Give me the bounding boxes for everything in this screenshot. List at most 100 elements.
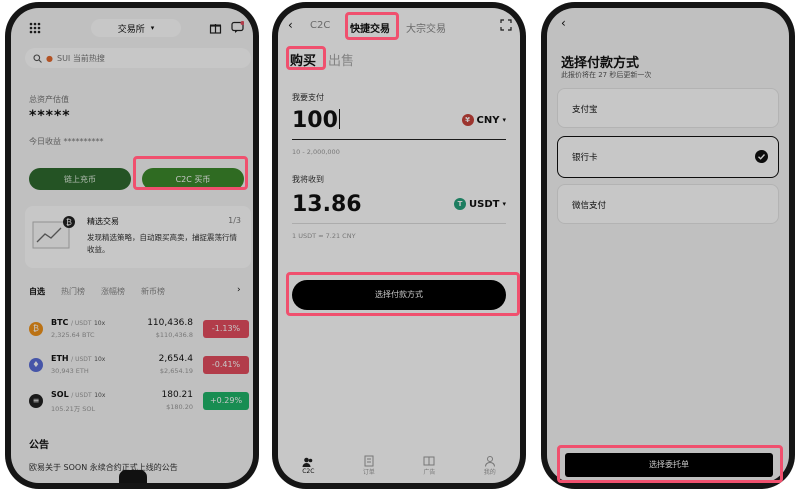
search-bar[interactable]: ● SUI 当前热搜 [25, 48, 251, 68]
quote-refresh-note: 此报价将在 27 秒后更新一次 [561, 71, 652, 79]
nav-label: 广告 [423, 468, 436, 476]
price-usd: $110,436.8 [155, 331, 193, 339]
header-title: 交易所 [117, 24, 145, 35]
pair: / USDT [71, 392, 92, 399]
receive-amount-field: 13.86 T USDT ▾ [292, 192, 506, 224]
option-label: 银行卡 [572, 153, 598, 163]
text-cursor [338, 109, 340, 129]
promo-text: 发现精选策略，自动跟买高卖，捕捉震荡行情收益。 [87, 233, 237, 254]
gift-icon[interactable] [209, 21, 222, 34]
assets-value: ***** [29, 108, 71, 124]
tab-gainers[interactable]: 涨幅榜 [101, 286, 125, 300]
volume: 105.21万 SOL [51, 405, 96, 413]
receive-label: 我将收到 [292, 175, 324, 184]
tab-hot[interactable]: 热门榜 [61, 286, 85, 300]
list-item[interactable]: ♦ ETH / USDT 10x 30,943 ETH 2,654.4 $2,6… [23, 352, 253, 380]
highlight-select-order [557, 445, 783, 483]
nav-c2c[interactable]: C2C [302, 456, 314, 475]
promo-card[interactable]: ₿ 精选交易 1/3 发现精选策略，自动跟买高卖，捕捉震荡行情收益。 [25, 206, 251, 268]
apps-grid-icon[interactable] [29, 22, 41, 34]
sol-coin-icon: ≡ [29, 394, 43, 408]
payment-option-alipay[interactable]: 支付宝 [557, 88, 779, 128]
promo-illustration: ₿ [31, 214, 75, 254]
svg-text:₿: ₿ [66, 218, 72, 227]
pay-amount-input[interactable]: 100 ¥ CNY ▾ [292, 108, 506, 140]
orders-icon [364, 455, 374, 466]
nav-label: 我的 [483, 468, 496, 476]
volume: 2,325.64 BTC [51, 331, 95, 339]
price: 110,436.8 [147, 318, 193, 328]
leverage: 10x [93, 320, 106, 327]
nav-label: C2C [302, 467, 315, 475]
symbol: SOL [51, 390, 69, 399]
pay-currency: CNY [476, 114, 500, 126]
phone-2: ‹ C2C 快捷交易 大宗交易 购买 出售 我要支付 100 ¥ CNY ▾ 1… [272, 2, 526, 489]
page-title: 选择付款方式 [561, 56, 640, 71]
usdt-icon: T [454, 198, 467, 210]
symbol: BTC [51, 318, 69, 327]
checkmark-icon [755, 150, 768, 163]
users-icon [302, 457, 313, 467]
dim-overlay [278, 8, 520, 483]
nav-profile[interactable]: 我的 [484, 455, 496, 476]
payment-option-bank-card[interactable]: 银行卡 [557, 136, 779, 178]
message-icon[interactable] [231, 21, 244, 34]
onchain-deposit-button[interactable]: 链上充币 [29, 168, 131, 190]
currency-select-usdt[interactable]: T USDT ▾ [454, 198, 506, 210]
receive-amount: 13.86 [292, 192, 362, 217]
chevron-down-icon: ▾ [502, 116, 506, 124]
change-badge: -1.13% [203, 320, 249, 338]
scan-icon[interactable] [500, 19, 512, 31]
search-placeholder: SUI 当前热搜 [56, 53, 105, 63]
home-indicator [119, 470, 147, 483]
payment-option-wechat[interactable]: 微信支付 [557, 184, 779, 224]
back-arrow-icon[interactable]: ‹ [561, 16, 566, 30]
option-label: 微信支付 [572, 201, 607, 211]
volume: 30,943 ETH [51, 367, 89, 375]
eth-coin-icon: ♦ [29, 358, 43, 372]
market-tabs: 自选 热门榜 涨幅榜 新币榜 [29, 286, 249, 300]
symbol: ETH [51, 354, 69, 363]
notice-text[interactable]: 欧易关于 SOON 永续合约正式上线的公告 [29, 462, 178, 473]
phone-1: 交易所 ▾ ● SUI 当前热搜 总资产估值 ***** 今日收益 ******… [5, 2, 259, 489]
search-icon [33, 53, 42, 63]
chevron-down-icon: ▾ [150, 24, 155, 32]
pair-line: ETH / USDT 10x [51, 354, 105, 363]
change-badge: +0.29% [203, 392, 249, 410]
payment-method-screen: ‹ 选择付款方式 此报价将在 27 秒后更新一次 支付宝 银行卡 微信支付 选择… [547, 8, 789, 483]
tab-c2c[interactable]: C2C [310, 20, 330, 31]
pay-amount: 100 [292, 108, 338, 133]
leverage: 10x [94, 392, 106, 399]
list-item[interactable]: ≡ SOL / USDT 10x 105.21万 SOL 180.21 $180… [23, 388, 253, 416]
assets-label: 总资产估值 [29, 95, 69, 104]
highlight-quick-trade [345, 12, 399, 40]
nav-orders[interactable]: 订单 [363, 455, 375, 476]
pair: / USDT [71, 356, 92, 363]
exchange-rate: 1 USDT ≈ 7.21 CNY [292, 232, 356, 240]
cny-icon: ¥ [461, 114, 474, 126]
tab-favorites[interactable]: 自选 [29, 286, 45, 300]
tab-new[interactable]: 新币榜 [141, 286, 165, 300]
tab-block-trade[interactable]: 大宗交易 [406, 20, 446, 35]
pair: / USDT [70, 320, 92, 327]
price: 2,654.4 [158, 354, 193, 364]
tabs-more-chevron-icon[interactable]: › [237, 285, 241, 295]
promo-title: 精选交易 [87, 217, 119, 226]
highlight-buy [286, 46, 326, 70]
highlight-c2c-buy [133, 156, 248, 190]
price-usd: $2,654.19 [159, 367, 193, 375]
list-item[interactable]: ₿ BTC / USDT 10x 2,325.64 BTC 110,436.8 … [23, 316, 253, 344]
bottom-nav: C2C 订单 广告 我的 [278, 448, 520, 482]
promo-page: 1/3 [228, 216, 241, 225]
chevron-down-icon: ▾ [502, 200, 506, 208]
back-arrow-icon[interactable]: ‹ [288, 18, 293, 32]
exchange-mode-switch[interactable]: 交易所 ▾ [91, 19, 181, 37]
currency-select-cny[interactable]: ¥ CNY ▾ [461, 114, 506, 126]
fire-icon: ● [46, 53, 53, 63]
sell-tab[interactable]: 出售 [328, 50, 354, 69]
nav-label: 订单 [362, 468, 375, 476]
price-usd: $180.20 [166, 403, 193, 411]
phone-3: ‹ 选择付款方式 此报价将在 27 秒后更新一次 支付宝 银行卡 微信支付 选择… [541, 2, 795, 489]
nav-ads[interactable]: 广告 [423, 455, 435, 476]
profile-icon [484, 455, 495, 467]
